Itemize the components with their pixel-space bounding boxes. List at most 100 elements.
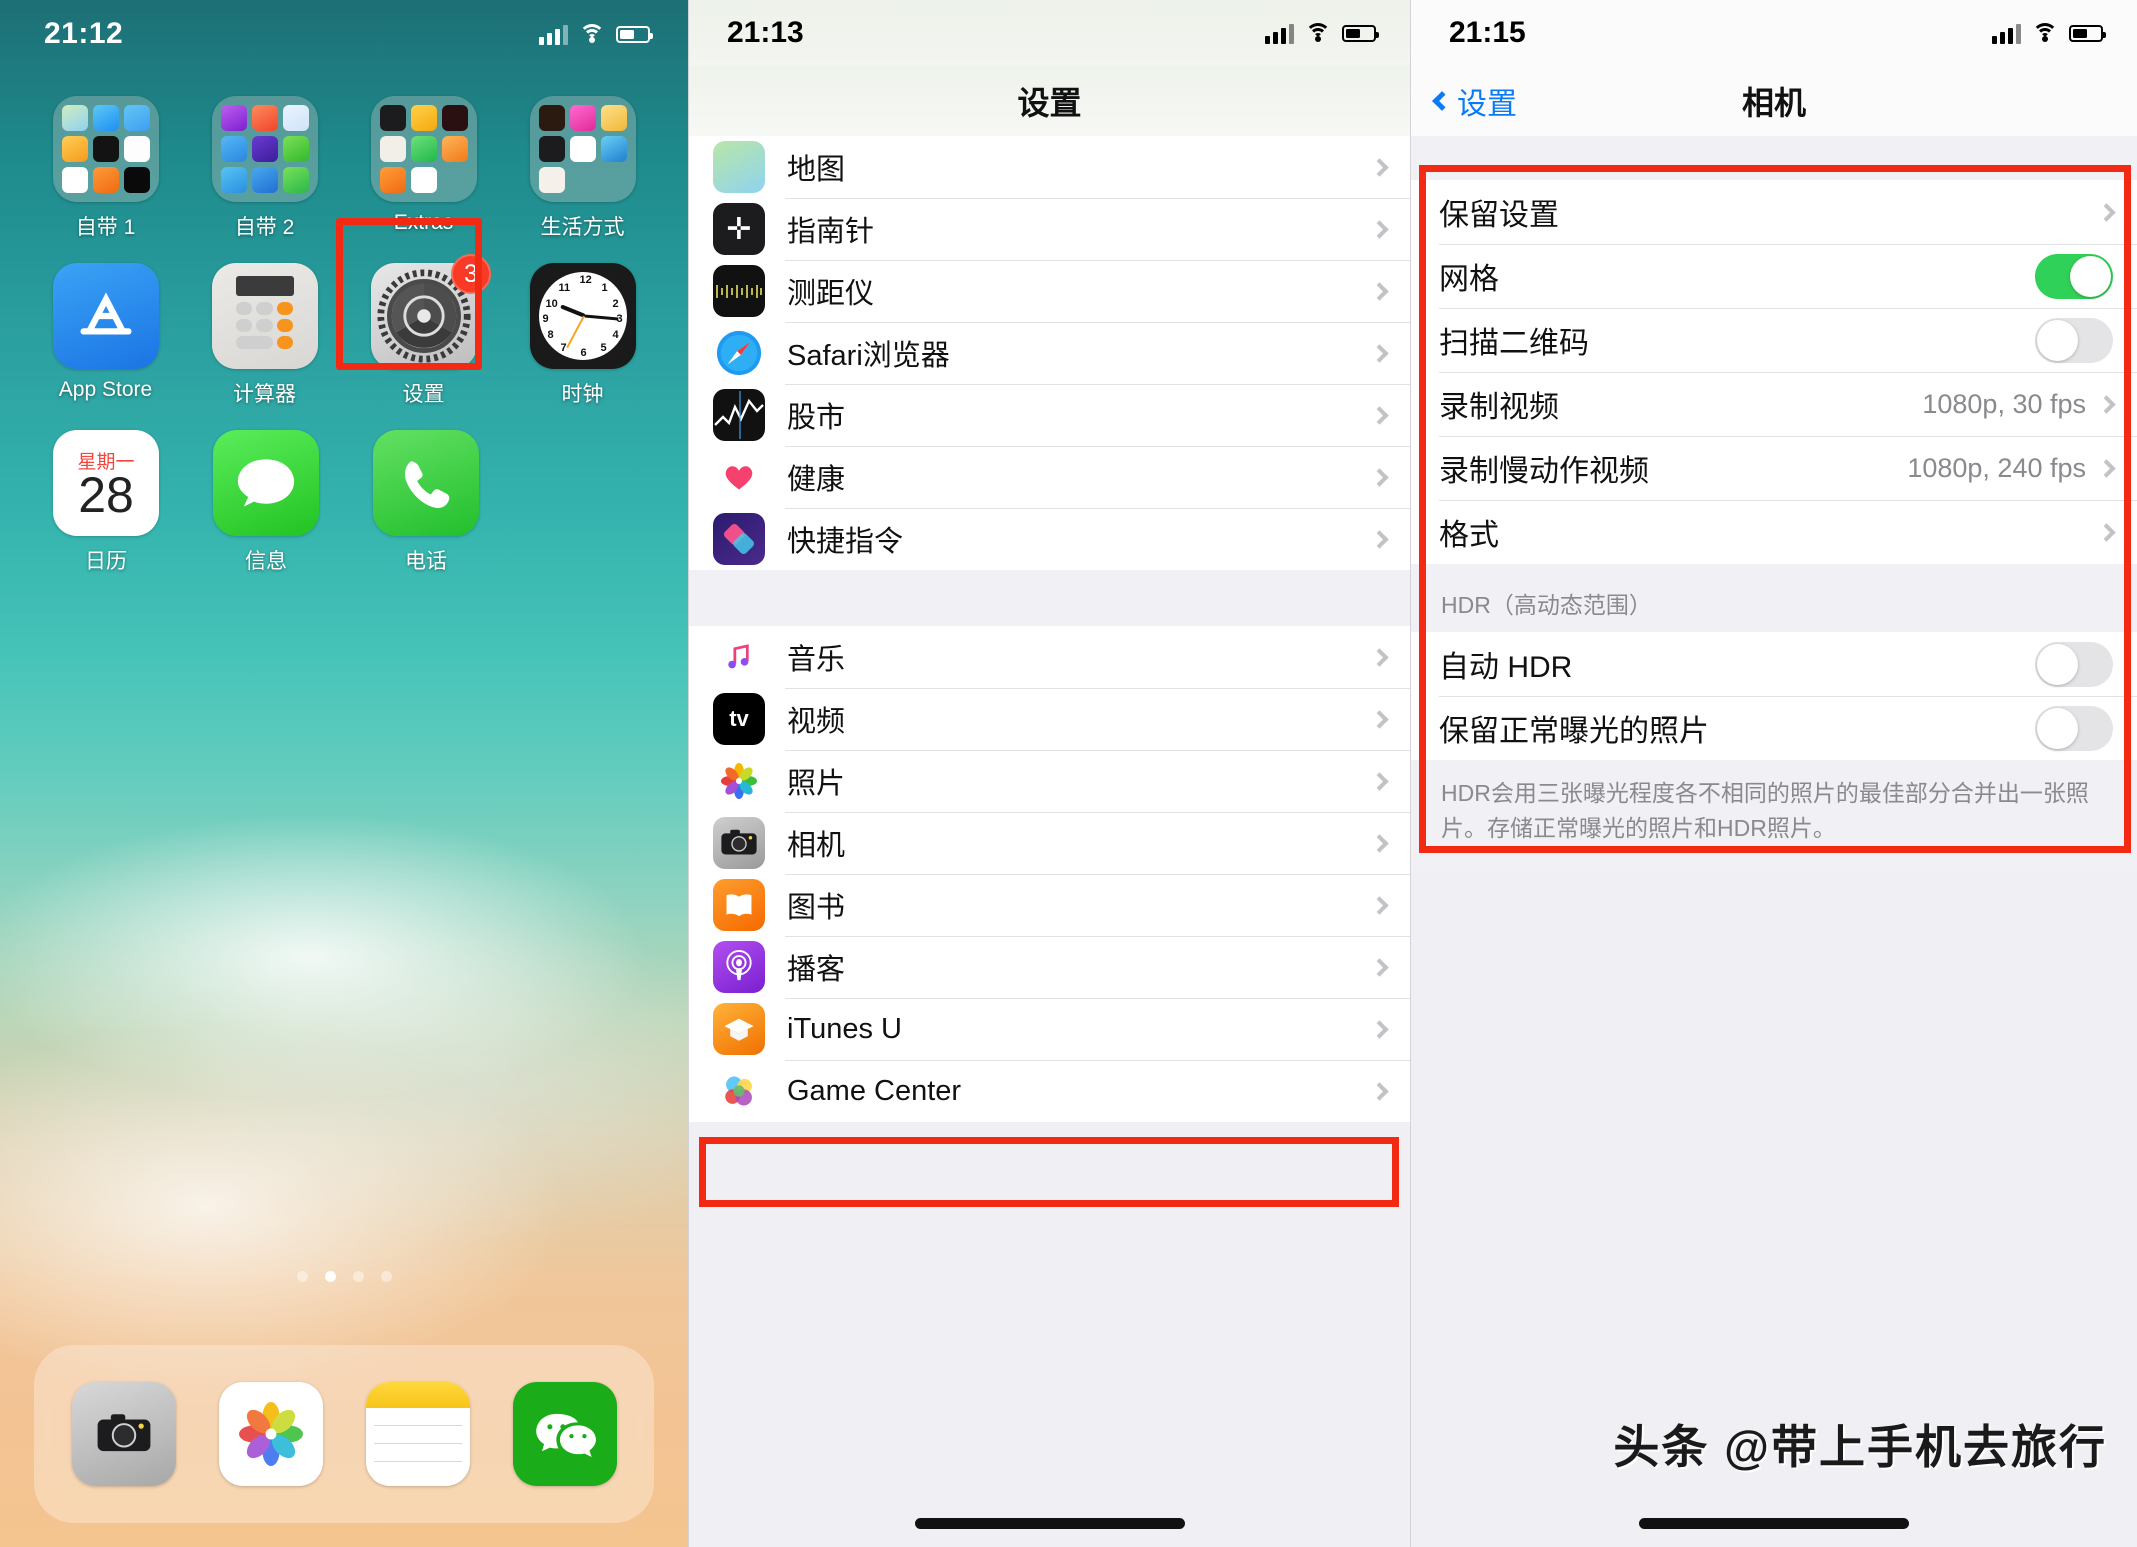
auto-hdr-toggle[interactable] (2035, 641, 2113, 687)
folder-thumb (52, 96, 159, 202)
status-indicators (1265, 22, 1379, 44)
back-button[interactable]: 设置 (1432, 79, 1517, 123)
folder-zidai-1[interactable]: 自带 1 (26, 96, 185, 241)
settings-row-video[interactable]: tv 视频 (689, 688, 1410, 750)
music-icon (713, 631, 765, 683)
settings-row-safari[interactable]: Safari浏览器 (689, 322, 1410, 384)
settings-row-music[interactable]: 音乐 (689, 626, 1410, 688)
app-clock[interactable]: 12 1 2 3 4 5 6 7 8 9 10 11 时钟 (503, 263, 662, 408)
keep-normal-photo-toggle[interactable] (2035, 705, 2113, 751)
app-app-store[interactable]: App Store (26, 263, 185, 408)
row-label: 照片 (787, 768, 846, 800)
chevron-right-icon (1370, 1081, 1389, 1101)
row-label: 图书 (787, 892, 846, 924)
row-label: Safari浏览器 (787, 340, 950, 372)
dock-photos-icon[interactable] (218, 1382, 323, 1486)
camera-row-auto-hdr[interactable]: 自动 HDR (1411, 632, 2137, 696)
dock-wechat-icon[interactable] (512, 1382, 617, 1486)
camera-row-scan-qr[interactable]: 扫描二维码 (1411, 308, 2137, 372)
settings-row-photos[interactable]: 照片 (689, 750, 1410, 812)
settings-row-health[interactable]: 健康 (689, 446, 1410, 508)
health-icon (713, 451, 765, 503)
app-label: 信息 (245, 550, 287, 573)
chevron-right-icon (2097, 202, 2116, 222)
settings-row-podcasts[interactable]: 播客 (689, 936, 1410, 998)
app-phone[interactable]: 电话 (346, 430, 506, 575)
settings-group-1: 地图 ✛ 指南针 测距仪 Safari浏览器 股市 健康 快捷指令 (689, 136, 1410, 570)
home-indicator (1639, 1518, 1909, 1529)
row-label: 扫描二维码 (1439, 327, 1589, 360)
chevron-right-icon (1370, 1019, 1389, 1039)
settings-row-shortcuts[interactable]: 快捷指令 (689, 508, 1410, 570)
hdr-section-header: HDR（高动态范围） (1411, 564, 2137, 632)
settings-nav-bar: 设置 (689, 66, 1410, 136)
folder-lifestyle[interactable]: 生活方式 (503, 96, 662, 241)
chevron-right-icon (1370, 281, 1389, 301)
home-status-bar: 21:12 (0, 0, 688, 68)
scan-qr-toggle[interactable] (2035, 317, 2113, 363)
settings-row-books[interactable]: 图书 (689, 874, 1410, 936)
camera-status-bar: 21:15 (1411, 0, 2137, 66)
settings-scroll-area[interactable]: 地图 ✛ 指南针 测距仪 Safari浏览器 股市 健康 快捷指令 音乐 tv … (689, 136, 1410, 1547)
battery-icon (1342, 24, 1379, 42)
row-label: 视频 (787, 706, 846, 738)
compass-icon: ✛ (713, 203, 765, 255)
home-screen-panel: 21:12 自带 1 自带 2 Extras 生活方式 App Store 计算… (0, 0, 688, 1547)
app-messages[interactable]: 信息 (186, 430, 346, 575)
wifi-icon (579, 24, 605, 44)
row-label: 指南针 (787, 216, 875, 248)
wifi-icon (2032, 23, 2058, 43)
home-icon-grid: 自带 1 自带 2 Extras 生活方式 App Store 计算器 3 设置… (0, 68, 688, 597)
status-indicators (539, 23, 653, 45)
settings-row-stocks[interactable]: 股市 (689, 384, 1410, 446)
app-label: 设置 (402, 383, 445, 406)
chevron-right-icon (1370, 771, 1389, 791)
camera-row-preserve-settings[interactable]: 保留设置 (1411, 180, 2137, 244)
app-calculator[interactable]: 计算器 (185, 263, 344, 408)
dock-notes-icon[interactable] (365, 1382, 470, 1486)
settings-row-game-center[interactable]: Game Center (689, 1060, 1410, 1122)
calculator-icon (211, 263, 318, 369)
row-label: 保留正常曝光的照片 (1439, 715, 1709, 748)
settings-row-maps[interactable]: 地图 (689, 136, 1410, 198)
camera-row-keep-normal-photo[interactable]: 保留正常曝光的照片 (1411, 696, 2137, 760)
row-label: 播客 (787, 954, 846, 986)
dock-camera-icon[interactable] (71, 1382, 176, 1486)
signal-bars-icon (1992, 22, 2021, 44)
signal-bars-icon (1265, 22, 1294, 44)
page-title: 设置 (1017, 85, 1082, 121)
clock-icon: 12 1 2 3 4 5 6 7 8 9 10 11 (529, 263, 636, 369)
chevron-right-icon (1370, 157, 1389, 177)
settings-row-compass[interactable]: ✛ 指南针 (689, 198, 1410, 260)
status-time: 21:12 (44, 17, 124, 50)
camera-row-format[interactable]: 格式 (1411, 500, 2137, 564)
row-label: 网格 (1439, 263, 1499, 296)
phone-icon (373, 430, 479, 536)
camera-row-grid[interactable]: 网格 (1411, 244, 2137, 308)
folder-zidai-2[interactable]: 自带 2 (185, 96, 344, 241)
page-title: 相机 (1741, 85, 1806, 121)
game-center-icon (713, 1065, 765, 1117)
chevron-left-icon (1432, 91, 1452, 111)
camera-settings-panel: 21:15 设置 相机 保留设置 网格 扫描二维码 录制视频 1080p, 30… (1410, 0, 2137, 1547)
settings-group-2: 音乐 tv 视频 照片 相机 图书 播客 iTunes U Game Cente… (689, 626, 1410, 1122)
app-label: 计算器 (233, 383, 296, 406)
settings-row-measure[interactable]: 测距仪 (689, 260, 1410, 322)
row-label: 自动 HDR (1439, 651, 1573, 684)
camera-hdr-group: 自动 HDR 保留正常曝光的照片 (1411, 632, 2137, 760)
chevron-right-icon (1370, 405, 1389, 425)
page-dots[interactable] (0, 1271, 688, 1282)
status-time: 21:13 (727, 16, 804, 49)
camera-row-record-video[interactable]: 录制视频 1080p, 30 fps (1411, 372, 2137, 436)
home-dock (34, 1345, 654, 1523)
battery-icon (2069, 24, 2106, 42)
settings-row-itunes-u[interactable]: iTunes U (689, 998, 1410, 1060)
camera-row-record-slomo[interactable]: 录制慢动作视频 1080p, 240 fps (1411, 436, 2137, 500)
camera-scroll-area[interactable]: 保留设置 网格 扫描二维码 录制视频 1080p, 30 fps 录制慢动作视频… (1411, 136, 2137, 1547)
app-calendar[interactable]: 星期一 28 日历 (26, 430, 186, 575)
app-settings[interactable]: 3 设置 (344, 254, 503, 408)
grid-toggle[interactable] (2035, 253, 2113, 299)
settings-row-camera[interactable]: 相机 (689, 812, 1410, 874)
folder-extras[interactable]: Extras (344, 96, 503, 241)
itunes-u-icon (713, 1003, 765, 1055)
